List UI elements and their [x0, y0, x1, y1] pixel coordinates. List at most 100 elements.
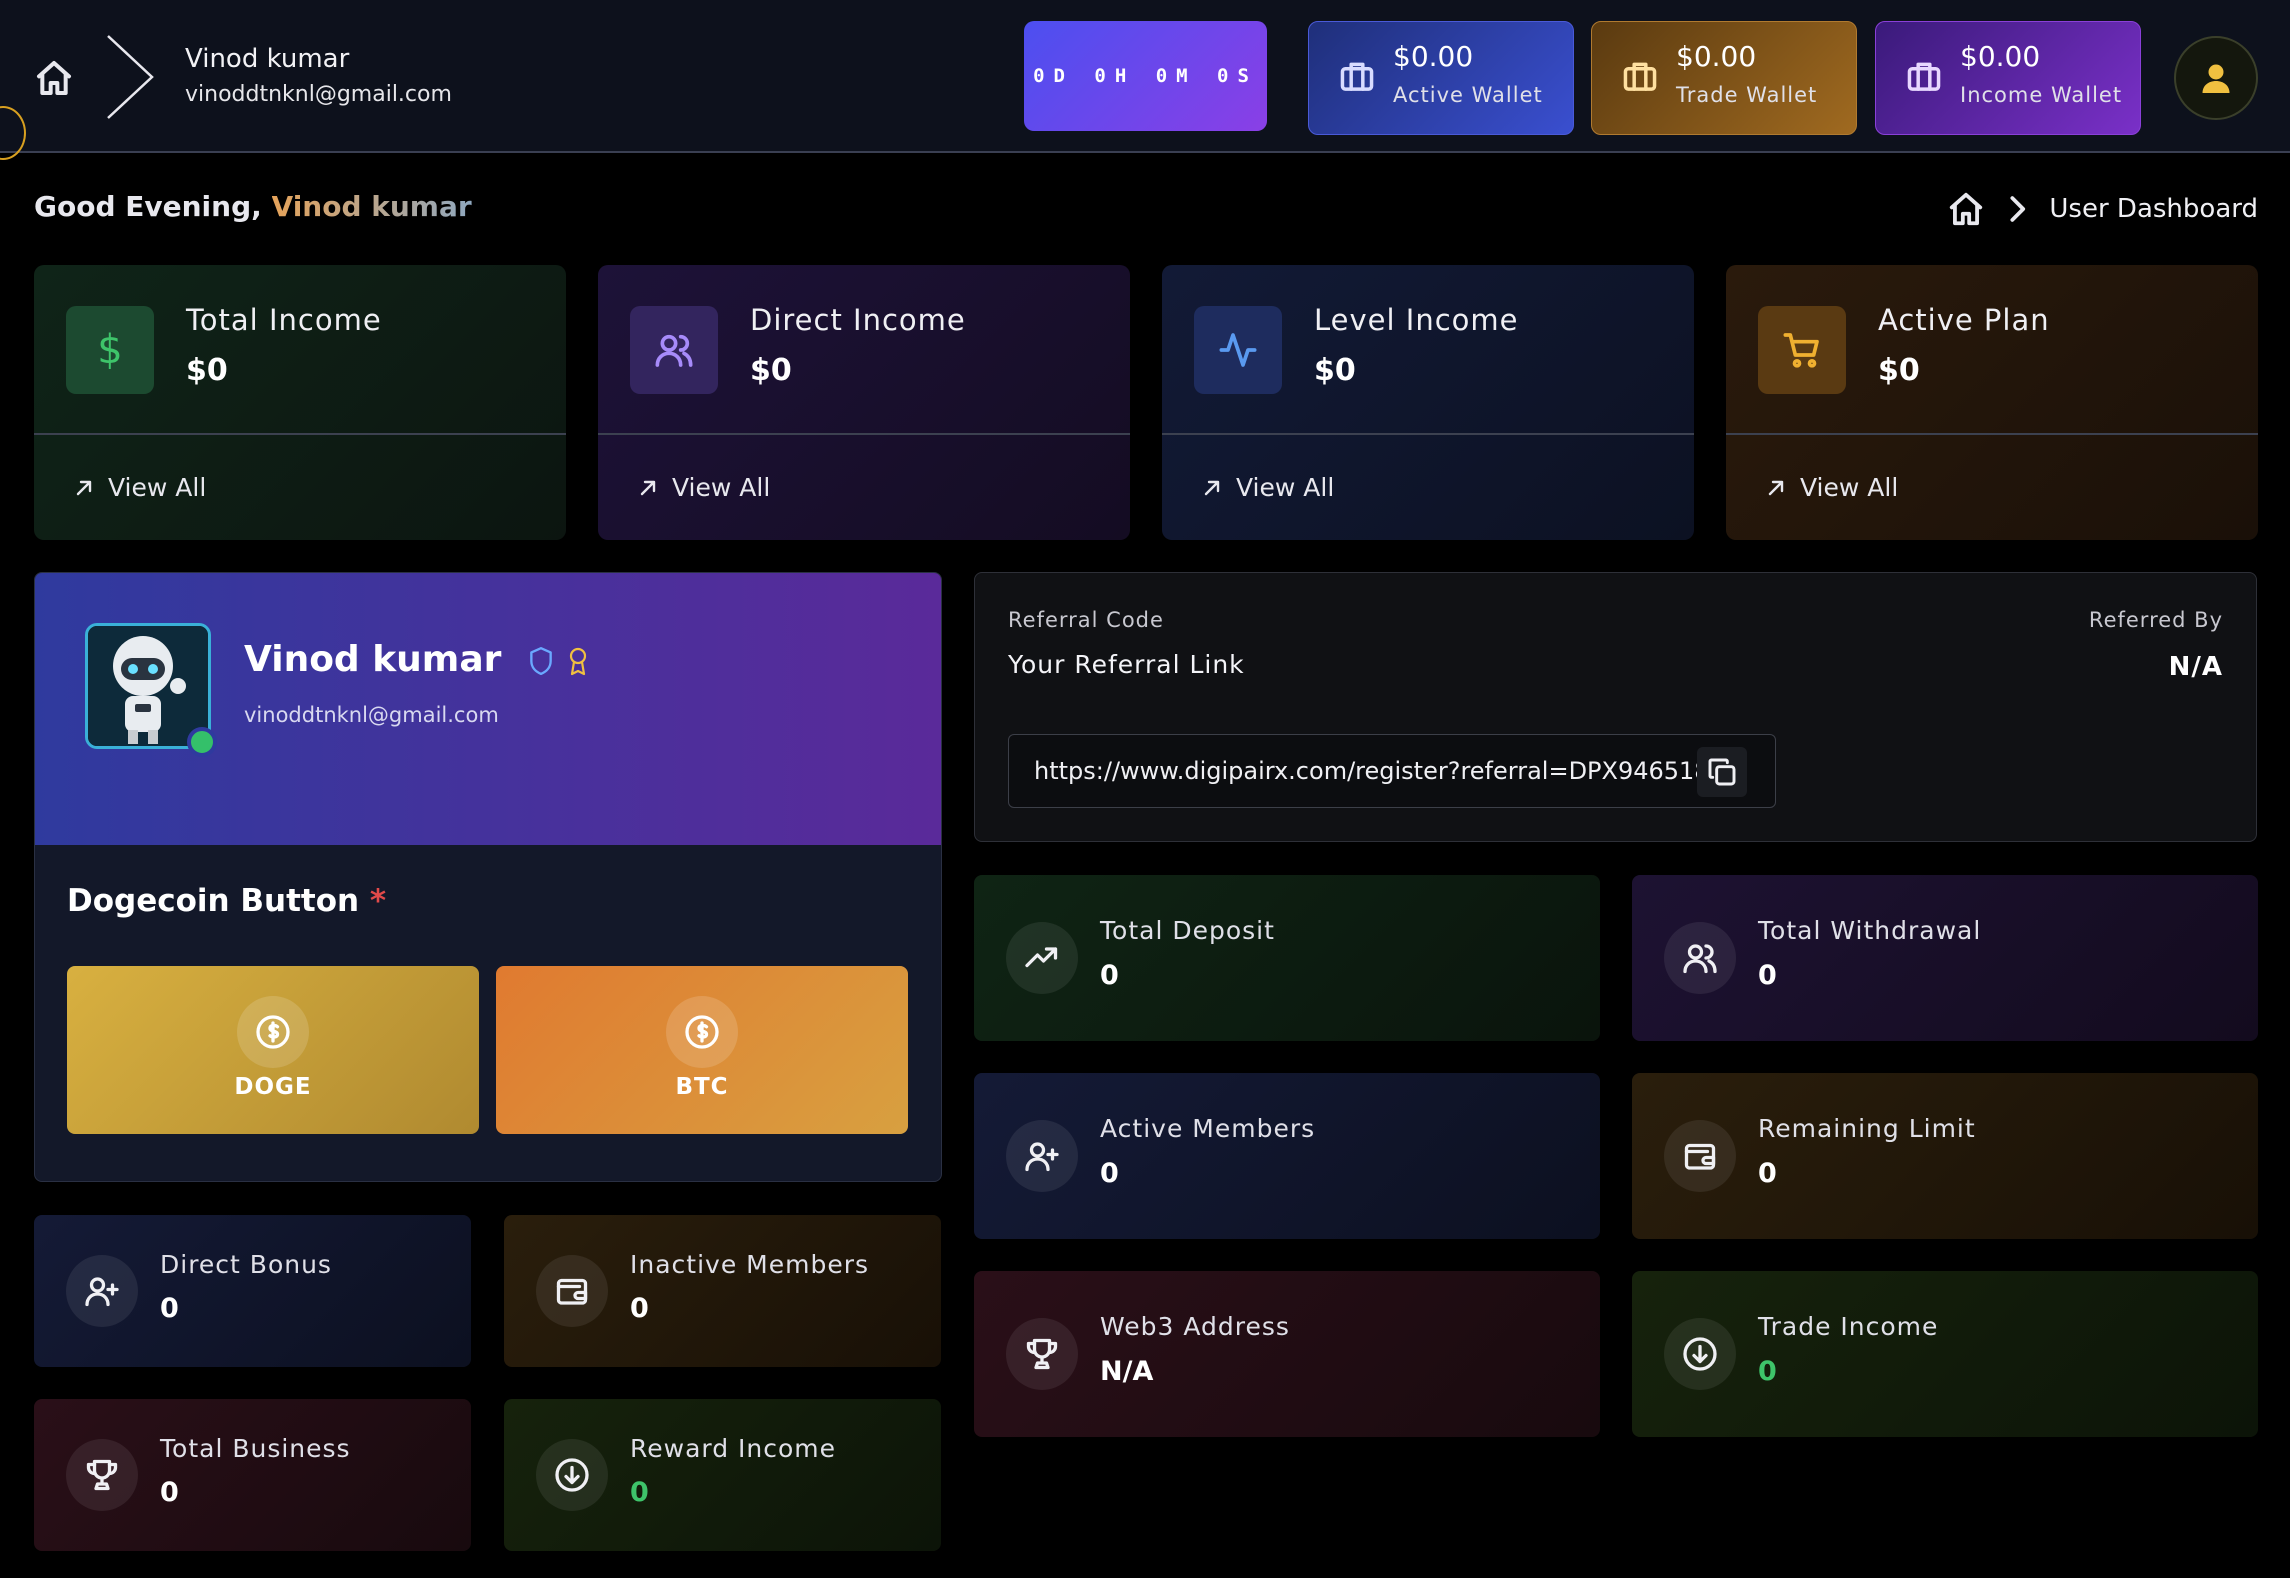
arrow-up-right-icon	[1204, 480, 1220, 495]
shield-icon	[530, 646, 552, 676]
chevron-right-icon	[2007, 195, 2027, 223]
card-value: 0	[160, 1293, 179, 1324]
briefcase-icon	[1622, 60, 1658, 92]
card-value: 0	[1100, 960, 1119, 991]
wallet-amount: $0.00	[1393, 40, 1474, 73]
reward-income-card: Reward Income 0	[504, 1399, 941, 1551]
web3-address-card: Web3 Address N/A	[974, 1271, 1600, 1437]
active-plan-card: Active Plan $0 View All	[1726, 265, 2258, 540]
card-title: Reward Income	[630, 1434, 837, 1463]
coin-label: DOGE	[234, 1074, 312, 1100]
greeting-prefix: Good Evening,	[34, 190, 262, 223]
stat-value: $0	[750, 353, 792, 388]
referral-link-input[interactable]: https://www.digipairx.com/register?refer…	[1008, 734, 1776, 808]
arrow-up-right-icon	[76, 480, 92, 495]
inactive-members-card: Inactive Members 0	[504, 1215, 941, 1367]
view-all-link[interactable]: View All	[638, 473, 770, 502]
card-title: Total Withdrawal	[1758, 916, 1982, 945]
card-value: N/A	[1100, 1356, 1154, 1387]
total-income-card: $ Total Income $0 View All	[34, 265, 566, 540]
user-plus-icon	[1006, 1120, 1078, 1192]
users-icon	[1664, 922, 1736, 994]
income-wallet-button[interactable]: $0.00 Income Wallet	[1875, 21, 2141, 135]
wallet-icon	[1664, 1120, 1736, 1192]
header-user-name: Vinod kumar	[185, 44, 350, 74]
trophy-icon	[1006, 1318, 1078, 1390]
referral-code-label: Referral Code	[1008, 608, 1164, 632]
top-header: Vinod kumar vinoddtnknl@gmail.com 0D 0H …	[0, 0, 2290, 153]
card-title: Inactive Members	[630, 1250, 870, 1279]
card-value: 0	[1758, 1356, 1777, 1387]
card-title: Total Deposit	[1100, 916, 1275, 945]
view-all-link[interactable]: View All	[74, 473, 206, 502]
view-all-link[interactable]: View All	[1202, 473, 1334, 502]
dogecoin-section-title: Dogecoin Button *	[67, 883, 387, 919]
referral-card: Referral Code Your Referral Link Referre…	[974, 572, 2257, 842]
doge-button[interactable]: DOGE	[67, 966, 479, 1134]
arrow-up-right-icon	[640, 480, 656, 495]
briefcase-icon	[1339, 60, 1375, 92]
wallet-amount: $0.00	[1960, 40, 2041, 73]
card-title: Total Business	[160, 1434, 351, 1463]
copy-icon[interactable]	[1697, 747, 1747, 797]
card-title: Trade Income	[1758, 1312, 1939, 1341]
direct-income-card: Direct Income $0 View All	[598, 265, 1130, 540]
wallet-label: Income Wallet	[1960, 83, 2123, 107]
total-deposit-card: Total Deposit 0	[974, 875, 1600, 1041]
card-value: 0	[1100, 1158, 1119, 1189]
view-all-link[interactable]: View All	[1766, 473, 1898, 502]
btc-button[interactable]: BTC	[496, 966, 908, 1134]
dollar-coin-icon	[666, 996, 738, 1068]
card-value: 0	[630, 1293, 649, 1324]
active-wallet-button[interactable]: $0.00 Active Wallet	[1308, 21, 1574, 135]
stat-value: $0	[186, 353, 228, 388]
divider	[598, 433, 1130, 435]
online-status-dot	[187, 727, 217, 757]
stat-value: $0	[1878, 353, 1920, 388]
user-menu-button[interactable]	[2174, 36, 2258, 120]
user-icon	[2202, 64, 2230, 93]
level-income-card: Level Income $0 View All	[1162, 265, 1694, 540]
card-value: 0	[160, 1477, 179, 1508]
trophy-icon	[66, 1439, 138, 1511]
total-withdrawal-card: Total Withdrawal 0	[1632, 875, 2258, 1041]
wallet-amount: $0.00	[1676, 40, 1757, 73]
home-icon[interactable]	[1947, 190, 1985, 228]
home-icon[interactable]	[34, 58, 74, 98]
direct-bonus-card: Direct Bonus 0	[34, 1215, 471, 1367]
breadcrumb: User Dashboard	[1947, 190, 2258, 228]
card-title: Web3 Address	[1100, 1312, 1290, 1341]
card-value: 0	[630, 1477, 649, 1508]
download-circle-icon	[1664, 1318, 1736, 1390]
trade-wallet-button[interactable]: $0.00 Trade Wallet	[1591, 21, 1857, 135]
wallet-icon	[536, 1255, 608, 1327]
stat-title: Level Income	[1314, 303, 1519, 337]
card-title: Remaining Limit	[1758, 1114, 1976, 1143]
card-value: 0	[1758, 1158, 1777, 1189]
card-value: 0	[1758, 960, 1777, 991]
briefcase-icon	[1906, 60, 1942, 92]
cart-icon	[1758, 306, 1846, 394]
trending-up-icon	[1006, 922, 1078, 994]
wallet-label: Active Wallet	[1393, 83, 1543, 107]
profile-email: vinoddtnknl@gmail.com	[244, 703, 499, 727]
divider	[34, 433, 566, 435]
referral-link-title: Your Referral Link	[1008, 650, 1245, 679]
stat-title: Total Income	[186, 303, 382, 337]
greeting: Good Evening, Vinod kumar	[34, 190, 472, 223]
stat-title: Direct Income	[750, 303, 966, 337]
referred-by-label: Referred By	[2088, 608, 2223, 632]
profile-name: Vinod kumar	[244, 639, 590, 680]
active-members-card: Active Members 0	[974, 1073, 1600, 1239]
greeting-name: Vinod kumar	[271, 190, 472, 223]
card-title: Direct Bonus	[160, 1250, 332, 1279]
stat-title: Active Plan	[1878, 303, 2050, 337]
profile-card: Vinod kumar vinoddtnknl@gmail.com Dogeco…	[34, 572, 942, 1182]
dollar-coin-icon	[237, 996, 309, 1068]
wallet-label: Trade Wallet	[1676, 83, 1818, 107]
user-plus-icon	[66, 1255, 138, 1327]
total-business-card: Total Business 0	[34, 1399, 471, 1551]
award-icon	[570, 647, 587, 676]
arrow-up-right-icon	[1768, 480, 1784, 495]
chevron-right-icon	[104, 32, 156, 122]
